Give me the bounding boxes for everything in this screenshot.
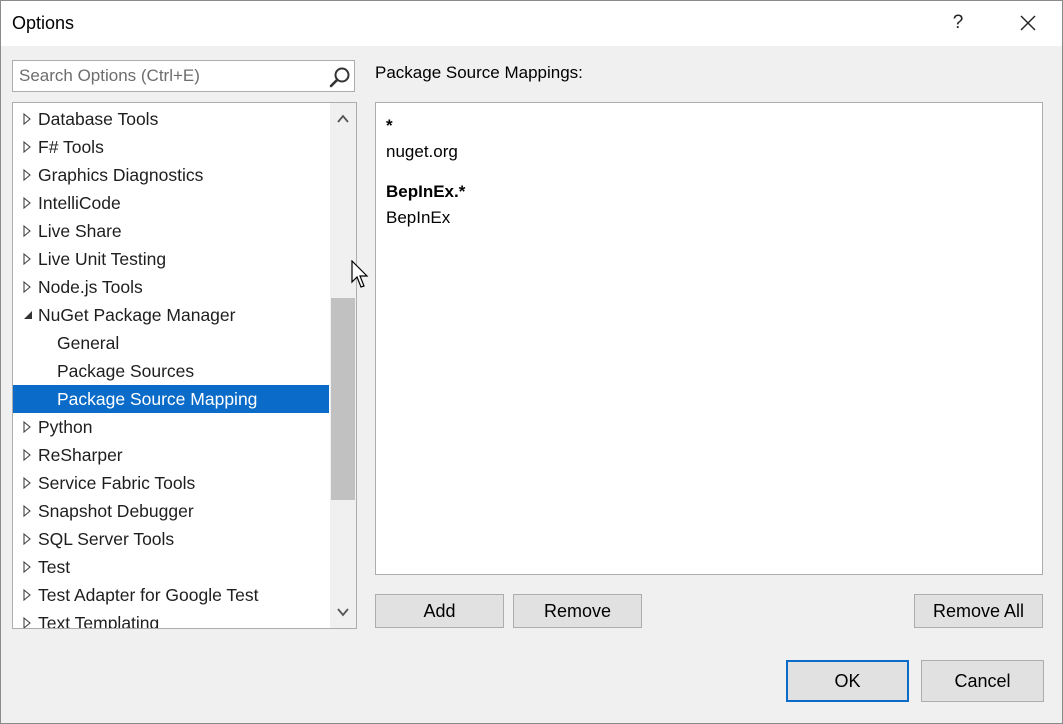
tree-item-label: Test xyxy=(38,557,71,577)
tree-item-label: Snapshot Debugger xyxy=(38,501,194,521)
tree-item-label: NuGet Package Manager xyxy=(38,305,236,325)
tree-item-label: Test Adapter for Google Test xyxy=(38,585,259,605)
tree-item[interactable]: Graphics Diagnostics xyxy=(13,161,329,189)
collapsed-arrow-icon[interactable] xyxy=(22,449,33,461)
tree-item[interactable]: Live Unit Testing xyxy=(13,245,329,273)
collapsed-arrow-icon[interactable] xyxy=(22,533,33,545)
collapsed-arrow-icon[interactable] xyxy=(22,253,33,265)
collapsed-arrow-icon[interactable] xyxy=(22,141,33,153)
help-button[interactable]: ? xyxy=(941,7,975,39)
mapping-source: BepInEx xyxy=(386,208,451,227)
tree-scrollbar[interactable] xyxy=(330,103,356,628)
collapsed-arrow-icon[interactable] xyxy=(22,113,33,125)
options-tree[interactable]: Database Tools F# Tools Graphics Diagnosti… xyxy=(12,102,357,629)
tree-item-label: Text Templating xyxy=(38,613,160,629)
search-icon[interactable] xyxy=(329,66,351,88)
collapsed-arrow-icon[interactable] xyxy=(22,589,33,601)
tree-item[interactable]: Test xyxy=(13,553,329,581)
window-title: Options xyxy=(12,13,75,33)
tree-items: Database Tools F# Tools Graphics Diagnosti… xyxy=(13,105,329,629)
tree-item[interactable]: Service Fabric Tools xyxy=(13,469,329,497)
tree-item-label: ReSharper xyxy=(38,445,123,465)
tree-item-label: Service Fabric Tools xyxy=(38,473,196,493)
scroll-up-button[interactable] xyxy=(330,103,356,133)
tree-item-label: Live Unit Testing xyxy=(38,249,167,269)
tree-child-item[interactable]: Package Sources xyxy=(13,357,329,385)
options-dialog: Options ? Database Tools F# Tools Graphics… xyxy=(0,0,1063,724)
chevron-up-icon xyxy=(337,114,349,123)
collapsed-arrow-icon[interactable] xyxy=(22,561,33,573)
tree-item[interactable]: Database Tools xyxy=(13,105,329,133)
tree-item-label: Live Share xyxy=(38,221,122,241)
tree-item[interactable]: IntelliCode xyxy=(13,189,329,217)
mapping-pattern: BepInEx.* xyxy=(386,182,466,201)
tree-item[interactable]: Node.js Tools xyxy=(13,273,329,301)
collapsed-arrow-icon[interactable] xyxy=(22,281,33,293)
mapping-group[interactable]: BepInEx.* BepInEx xyxy=(386,179,465,231)
close-button[interactable] xyxy=(1009,7,1047,39)
tree-item-label: Package Sources xyxy=(57,361,195,381)
add-button[interactable]: Add xyxy=(375,594,504,628)
scroll-thumb[interactable] xyxy=(331,298,355,500)
tree-item[interactable]: ReSharper xyxy=(13,441,329,469)
tree-item-label: General xyxy=(57,333,120,353)
collapsed-arrow-icon[interactable] xyxy=(22,225,33,237)
tree-item-label: Package Source Mapping xyxy=(57,389,258,409)
title-bar: Options ? xyxy=(1,1,1062,46)
tree-item[interactable]: Live Share xyxy=(13,217,329,245)
tree-child-item[interactable]: General xyxy=(13,329,329,357)
scroll-down-button[interactable] xyxy=(330,598,356,628)
mapping-pattern: * xyxy=(386,116,393,135)
collapsed-arrow-icon[interactable] xyxy=(22,169,33,181)
tree-item-label: IntelliCode xyxy=(38,193,121,213)
search-input[interactable] xyxy=(19,64,319,88)
tree-item-label: F# Tools xyxy=(38,137,104,157)
tree-item-label: SQL Server Tools xyxy=(38,529,175,549)
collapsed-arrow-icon[interactable] xyxy=(22,477,33,489)
close-icon xyxy=(1020,15,1036,31)
tree-item[interactable]: Snapshot Debugger xyxy=(13,497,329,525)
tree-item[interactable]: NuGet Package Manager xyxy=(13,301,329,329)
collapsed-arrow-icon[interactable] xyxy=(22,421,33,433)
search-box[interactable] xyxy=(12,60,355,92)
cancel-button[interactable]: Cancel xyxy=(921,660,1044,702)
tree-item-label: Graphics Diagnostics xyxy=(38,165,204,185)
tree-item-label: Node.js Tools xyxy=(38,277,143,297)
remove-all-button[interactable]: Remove All xyxy=(914,594,1043,628)
tree-item-label: Database Tools xyxy=(38,109,159,129)
tree-child-item[interactable]: Package Source Mapping xyxy=(13,385,329,413)
mapping-source: nuget.org xyxy=(386,142,458,161)
mappings-list[interactable]: * nuget.org BepInEx.* BepInEx xyxy=(375,102,1043,575)
collapsed-arrow-icon[interactable] xyxy=(22,617,33,629)
tree-item[interactable]: SQL Server Tools xyxy=(13,525,329,553)
tree-item[interactable]: Text Templating xyxy=(13,609,329,629)
remove-button[interactable]: Remove xyxy=(513,594,642,628)
ok-button[interactable]: OK xyxy=(786,660,909,702)
expanded-arrow-icon[interactable] xyxy=(22,309,33,321)
collapsed-arrow-icon[interactable] xyxy=(22,505,33,517)
tree-item-label: Python xyxy=(38,417,93,437)
mouse-pointer-icon xyxy=(351,260,369,288)
tree-item[interactable]: Test Adapter for Google Test xyxy=(13,581,329,609)
tree-item[interactable]: Python xyxy=(13,413,329,441)
chevron-down-icon xyxy=(337,608,349,617)
collapsed-arrow-icon[interactable] xyxy=(22,197,33,209)
tree-item[interactable]: F# Tools xyxy=(13,133,329,161)
mappings-label: Package Source Mappings: xyxy=(375,63,583,82)
mapping-group[interactable]: * nuget.org xyxy=(386,113,458,165)
